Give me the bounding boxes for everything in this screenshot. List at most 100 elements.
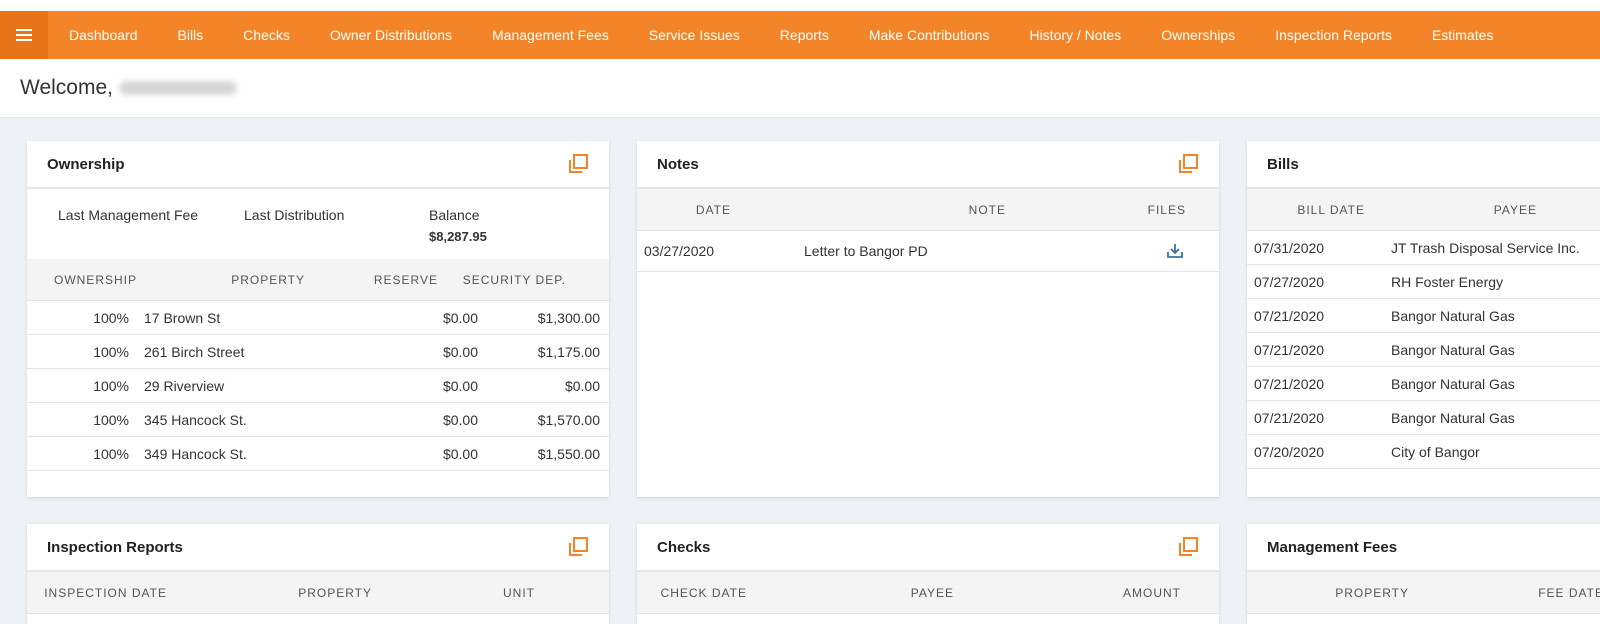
management-fees-card: Management Fees PROPERTY FEE DATE bbox=[1247, 524, 1600, 624]
expand-icon[interactable] bbox=[567, 536, 589, 558]
cell-payee: Bangor Natural Gas bbox=[1391, 409, 1515, 426]
welcome-bar: Welcome, bbox=[0, 59, 1600, 118]
table-row[interactable]: 07/21/2020 Bangor Natural Gas bbox=[1247, 299, 1600, 333]
notes-table-header: DATE NOTE FILES bbox=[637, 189, 1219, 231]
col-note[interactable]: NOTE bbox=[731, 203, 1006, 217]
cell-reserve: $0.00 bbox=[442, 377, 478, 394]
bills-table-header: BILL DATE PAYEE bbox=[1247, 189, 1600, 231]
table-row[interactable]: 100% 29 Riverview $0.00 $0.00 bbox=[27, 369, 609, 403]
col-payee[interactable]: PAYEE bbox=[747, 586, 954, 600]
col-date[interactable]: DATE bbox=[637, 203, 731, 217]
cell-date: 03/27/2020 bbox=[644, 243, 715, 259]
last-management-fee: Last Management Fee bbox=[58, 207, 244, 259]
nav-management-fees[interactable]: Management Fees bbox=[472, 11, 629, 59]
table-row[interactable]: 07/21/2020 Bangor Natural Gas bbox=[1247, 333, 1600, 367]
bills-card: Bills BILL DATE PAYEE 07/31/2020 JT Tras… bbox=[1247, 141, 1600, 497]
cell-note: Letter to Bangor PD bbox=[804, 243, 928, 259]
cell-ownership: 100% bbox=[93, 445, 129, 462]
cell-ownership: 100% bbox=[93, 343, 129, 360]
welcome-prefix: Welcome, bbox=[20, 76, 113, 99]
expand-icon[interactable] bbox=[1177, 153, 1199, 175]
col-ownership[interactable]: OWNERSHIP bbox=[27, 273, 137, 287]
balance: Balance $8,287.95 bbox=[429, 207, 487, 259]
col-reserve[interactable]: RESERVE bbox=[305, 273, 438, 287]
ownership-title: Ownership bbox=[47, 155, 125, 173]
col-fee-date[interactable]: FEE DATE bbox=[1409, 586, 1600, 600]
inspection-reports-table-header: INSPECTION DATE PROPERTY UNIT bbox=[27, 572, 609, 614]
menu-button[interactable] bbox=[0, 11, 48, 59]
inspection-reports-title: Inspection Reports bbox=[47, 538, 183, 556]
table-row[interactable]: 07/20/2020 City of Bangor bbox=[1247, 435, 1600, 469]
management-fees-title: Management Fees bbox=[1267, 538, 1398, 556]
col-inspection-date[interactable]: INSPECTION DATE bbox=[27, 586, 167, 600]
col-unit[interactable]: UNIT bbox=[372, 586, 535, 600]
last-distribution-label: Last Distribution bbox=[244, 207, 345, 223]
table-row[interactable]: 100% 349 Hancock St. $0.00 $1,550.00 bbox=[27, 437, 609, 471]
col-check-date[interactable]: CHECK DATE bbox=[637, 586, 747, 600]
col-amount[interactable]: AMOUNT bbox=[954, 586, 1181, 600]
nav-dashboard[interactable]: Dashboard bbox=[48, 11, 158, 59]
expand-icon[interactable] bbox=[1177, 536, 1199, 558]
nav-history-notes[interactable]: History / Notes bbox=[1009, 11, 1141, 59]
nav-checks[interactable]: Checks bbox=[223, 11, 310, 59]
checks-card-header: Checks bbox=[637, 524, 1219, 572]
nav-reports[interactable]: Reports bbox=[760, 11, 849, 59]
table-row[interactable]: 100% 345 Hancock St. $0.00 $1,570.00 bbox=[27, 403, 609, 437]
balance-label: Balance bbox=[429, 207, 480, 223]
cell-property: 261 Birch Street bbox=[144, 343, 245, 360]
hamburger-icon[interactable] bbox=[16, 29, 32, 41]
cell-reserve: $0.00 bbox=[442, 309, 478, 326]
ownership-table-header: OWNERSHIP PROPERTY RESERVE SECURITY DEP. bbox=[27, 259, 609, 301]
notes-card: Notes DATE NOTE FILES 03/27/2020 Letter … bbox=[637, 141, 1219, 497]
download-icon[interactable] bbox=[1166, 242, 1184, 260]
ownership-card-header: Ownership bbox=[27, 141, 609, 189]
checks-title: Checks bbox=[657, 538, 711, 556]
nav-owner-distributions[interactable]: Owner Distributions bbox=[310, 11, 472, 59]
expand-icon[interactable] bbox=[567, 153, 589, 175]
nav-estimates[interactable]: Estimates bbox=[1412, 11, 1513, 59]
table-row[interactable]: 07/21/2020 Bangor Natural Gas bbox=[1247, 401, 1600, 435]
bills-card-header: Bills bbox=[1247, 141, 1600, 189]
nav-inspection-reports[interactable]: Inspection Reports bbox=[1255, 11, 1412, 59]
col-bill-date[interactable]: BILL DATE bbox=[1247, 203, 1365, 217]
cell-bill-date: 07/21/2020 bbox=[1254, 307, 1325, 324]
nav-service-issues[interactable]: Service Issues bbox=[629, 11, 760, 59]
cell-reserve: $0.00 bbox=[442, 343, 478, 360]
col-security-dep[interactable]: SECURITY DEP. bbox=[438, 273, 566, 287]
welcome-text: Welcome, bbox=[20, 76, 237, 100]
nav-bills[interactable]: Bills bbox=[158, 11, 224, 59]
cell-payee: RH Foster Energy bbox=[1391, 273, 1504, 290]
last-management-fee-label: Last Management Fee bbox=[58, 207, 199, 223]
table-row[interactable]: 100% 261 Birch Street $0.00 $1,175.00 bbox=[27, 335, 609, 369]
cell-payee: Bangor Natural Gas bbox=[1391, 375, 1515, 392]
table-row[interactable]: 07/27/2020 RH Foster Energy bbox=[1247, 265, 1600, 299]
top-navbar: Dashboard Bills Checks Owner Distributio… bbox=[0, 11, 1600, 59]
col-property[interactable]: PROPERTY bbox=[137, 273, 305, 287]
table-row[interactable]: 07/31/2020 JT Trash Disposal Service Inc… bbox=[1247, 231, 1600, 265]
cell-bill-date: 07/31/2020 bbox=[1254, 239, 1325, 256]
col-property[interactable]: PROPERTY bbox=[1247, 586, 1409, 600]
cell-security-dep: $1,570.00 bbox=[537, 411, 600, 428]
col-files[interactable]: FILES bbox=[1006, 203, 1186, 217]
table-row[interactable]: 07/21/2020 Bangor Natural Gas bbox=[1247, 367, 1600, 401]
inspection-reports-card-header: Inspection Reports bbox=[27, 524, 609, 572]
cell-security-dep: $0.00 bbox=[564, 377, 600, 394]
cell-security-dep: $1,300.00 bbox=[537, 309, 600, 326]
checks-card: Checks CHECK DATE PAYEE AMOUNT bbox=[637, 524, 1219, 624]
cell-payee: Bangor Natural Gas bbox=[1391, 341, 1515, 358]
table-row[interactable]: 100% 17 Brown St $0.00 $1,300.00 bbox=[27, 301, 609, 335]
cell-bill-date: 07/21/2020 bbox=[1254, 375, 1325, 392]
nav-make-contributions[interactable]: Make Contributions bbox=[849, 11, 1010, 59]
cell-security-dep: $1,175.00 bbox=[537, 343, 600, 360]
cell-bill-date: 07/27/2020 bbox=[1254, 273, 1325, 290]
management-fees-card-header: Management Fees bbox=[1247, 524, 1600, 572]
cell-reserve: $0.00 bbox=[442, 411, 478, 428]
nav-ownerships[interactable]: Ownerships bbox=[1141, 11, 1255, 59]
cell-reserve: $0.00 bbox=[442, 445, 478, 462]
cell-property: 29 Riverview bbox=[144, 377, 225, 394]
checks-table-header: CHECK DATE PAYEE AMOUNT bbox=[637, 572, 1219, 614]
col-property[interactable]: PROPERTY bbox=[167, 586, 372, 600]
table-row[interactable]: 03/27/2020 Letter to Bangor PD bbox=[637, 231, 1219, 272]
inspection-reports-card: Inspection Reports INSPECTION DATE PROPE… bbox=[27, 524, 609, 624]
col-payee[interactable]: PAYEE bbox=[1365, 203, 1537, 217]
